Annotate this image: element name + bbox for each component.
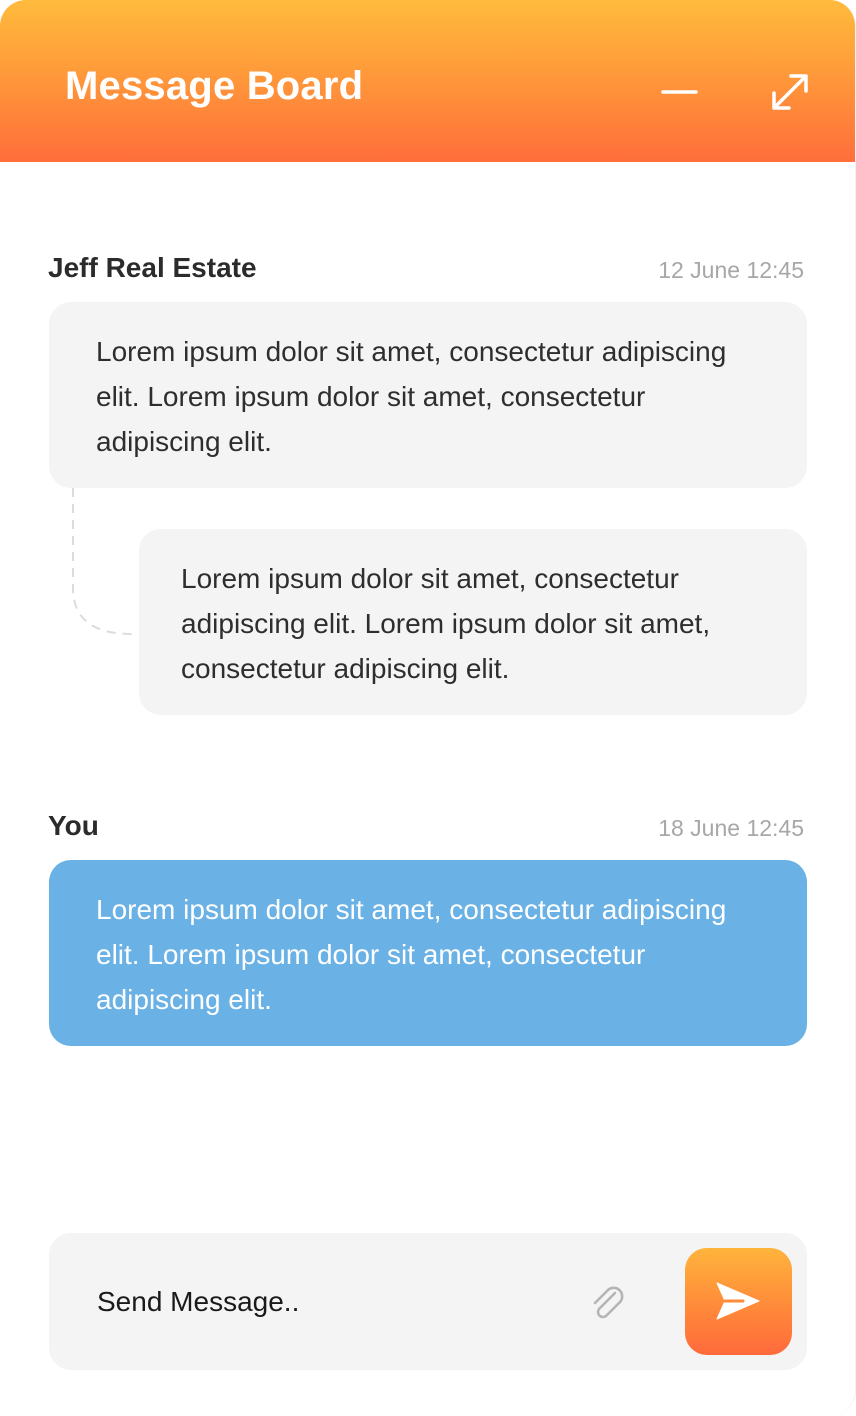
minimize-icon [661,90,698,94]
message-input[interactable] [97,1278,537,1326]
message-board-window: Message Board Jeff Real Estate 12 June 1… [0,0,856,1416]
window-header: Message Board [0,0,855,162]
message-sender: Jeff Real Estate [48,252,257,283]
message-sender: You [48,810,99,841]
message-timestamp: 18 June 12:45 [658,815,804,841]
window-title: Message Board [65,64,364,108]
thread-connector [72,488,133,635]
send-button[interactable] [685,1248,792,1355]
attach-button[interactable] [585,1281,629,1325]
own-message-bubble: Lorem ipsum dolor sit amet, consectetur … [49,860,807,1046]
send-icon [716,1282,760,1320]
message-timestamp: 12 June 12:45 [658,257,804,283]
paperclip-icon [593,1286,624,1319]
message-bubble: Lorem ipsum dolor sit amet, consectetur … [49,302,807,488]
minimize-button[interactable] [660,70,700,114]
message-composer [49,1233,807,1370]
expand-button[interactable] [768,70,812,114]
expand-icon [772,74,808,110]
reply-bubble: Lorem ipsum dolor sit amet, consectetur … [139,529,807,715]
